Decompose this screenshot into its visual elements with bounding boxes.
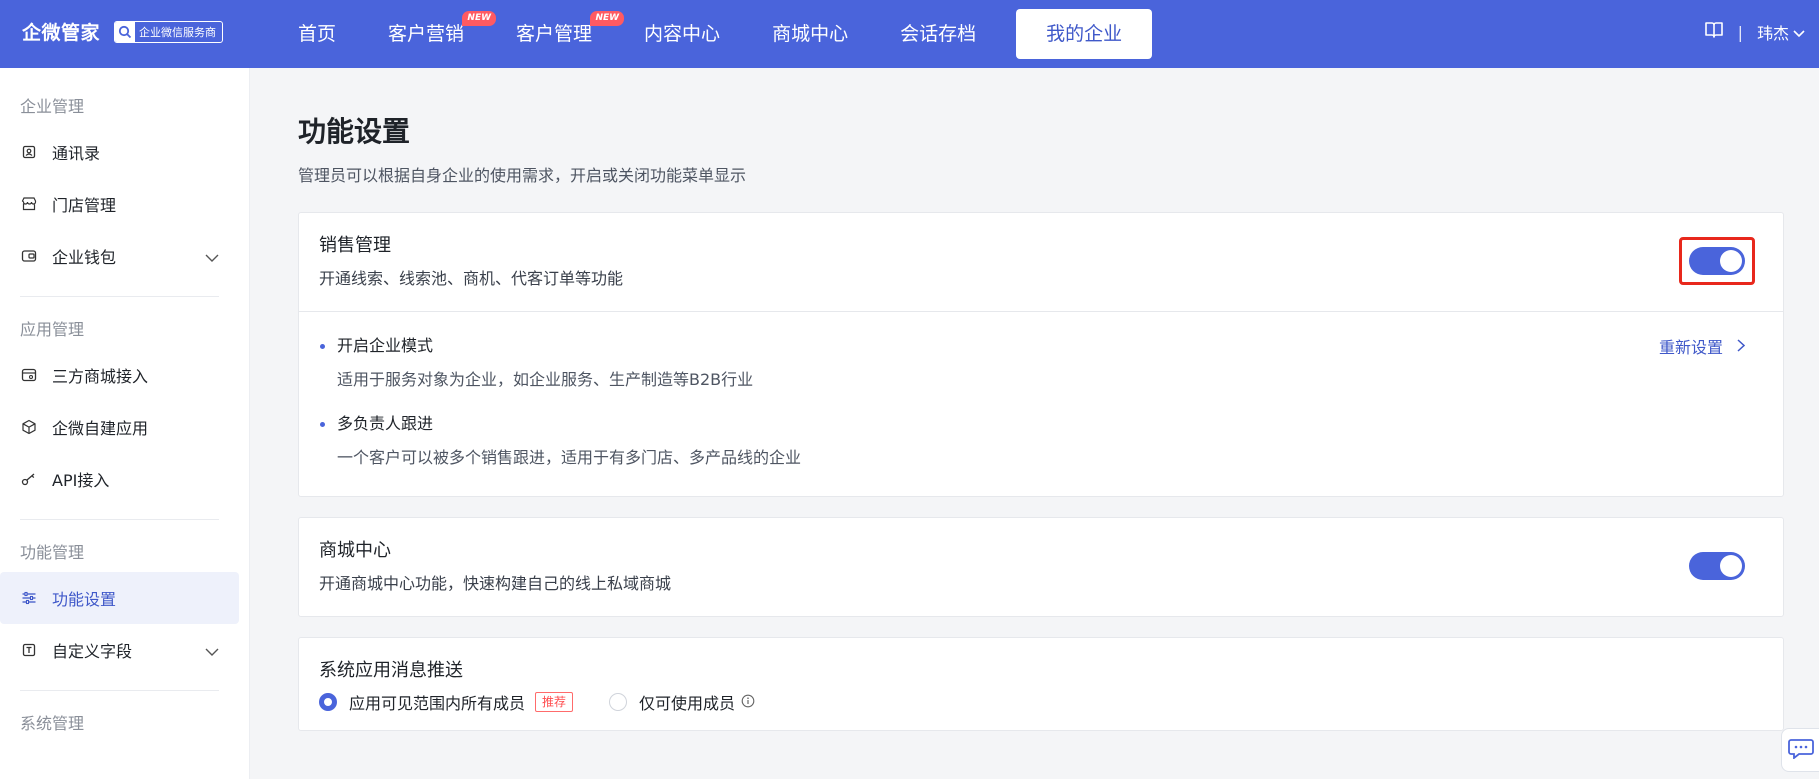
nav-item-home[interactable]: 首页 (272, 9, 362, 59)
card-header: 销售管理 开通线索、线索池、商机、代客订单等功能 (299, 213, 1783, 311)
page-description: 管理员可以根据自身企业的使用需求，开启或关闭功能菜单显示 (298, 166, 747, 185)
nav-item-session-archive[interactable]: 会话存档 (874, 9, 1002, 59)
sidebar-item-wallet[interactable]: 企业钱包 (0, 230, 249, 282)
card-header: 系统应用消息推送 应用可见范围内所有成员 推荐 仅可使用成员 (299, 638, 1783, 730)
sidebar: 企业管理 通讯录 门店管理 企业钱包 应用管理 三方商城接入 企微自建应用 AP… (0, 68, 250, 779)
nav-item-customer-marketing[interactable]: 客户营销 NEW (362, 9, 497, 59)
brand[interactable]: 企微管家 企业微信服务商 (22, 18, 224, 45)
book-icon[interactable] (1704, 21, 1724, 43)
chevron-down-icon[interactable] (205, 642, 219, 661)
chat-support-button[interactable] (1781, 728, 1819, 772)
nav-label: 首页 (298, 23, 337, 45)
sidebar-item-custom-app[interactable]: 企微自建应用 (0, 401, 249, 453)
search-chat-icon (115, 21, 136, 42)
option-desc: 适用于服务对象为企业，如企业服务、生产制造等B2B行业 (337, 370, 754, 389)
sidebar-item-label: 企业钱包 (52, 248, 117, 267)
chevron-down-icon[interactable] (205, 248, 219, 267)
user-menu[interactable]: 玮杰 (1757, 20, 1805, 44)
sidebar-item-label: 三方商城接入 (52, 367, 149, 386)
nav-item-mall-center[interactable]: 商城中心 (746, 9, 874, 59)
nav-label: 我的企业 (1046, 23, 1123, 45)
wallet-icon (20, 247, 38, 265)
card-title: 销售管理 (319, 235, 391, 256)
brand-badge: 企业微信服务商 (114, 20, 224, 43)
radio-label: 应用可见范围内所有成员 (349, 694, 526, 713)
contacts-icon (20, 143, 38, 161)
store-icon (20, 195, 38, 213)
recommend-tag: 推荐 (535, 692, 574, 712)
sidebar-group-title: 企业管理 (20, 97, 85, 116)
push-radio-group: 应用可见范围内所有成员 推荐 仅可使用成员 (319, 690, 1763, 714)
card-body: 重新设置 开启企业模式 适用于服务对象为企业，如企业服务、生产制造等B2B行业 … (299, 311, 1783, 496)
sidebar-item-label: API接入 (52, 471, 110, 490)
sidebar-item-label: 门店管理 (52, 196, 117, 215)
mall-toggle[interactable] (1689, 552, 1745, 580)
option-title: 多负责人跟进 (319, 412, 1763, 436)
sidebar-item-custom-fields[interactable]: 自定义字段 (0, 624, 249, 676)
sales-management-card: 销售管理 开通线索、线索池、商机、代客订单等功能 重新设置 开启企业模式 适用于… (298, 212, 1784, 497)
sidebar-item-third-party-mall[interactable]: 三方商城接入 (0, 349, 249, 401)
card-title: 商城中心 (319, 540, 391, 561)
option-enterprise-mode: 开启企业模式 适用于服务对象为企业，如企业服务、生产制造等B2B行业 (319, 334, 1763, 392)
nav-label: 客户营销 (388, 23, 465, 45)
top-navigation-bar: 企微管家 企业微信服务商 首页 客户营销 NEW 客户管理 NEW 内容中心 商城中… (0, 0, 1819, 68)
sidebar-item-label: 通讯录 (52, 144, 101, 163)
toggle-knob (1720, 250, 1742, 272)
sidebar-item-label: 自定义字段 (52, 642, 133, 661)
nav-item-my-enterprise[interactable]: 我的企业 (1016, 9, 1153, 59)
main-nav: 首页 客户营销 NEW 客户管理 NEW 内容中心 商城中心 会话存档 我的企业 (272, 9, 1153, 59)
system-push-card: 系统应用消息推送 应用可见范围内所有成员 推荐 仅可使用成员 (298, 637, 1784, 731)
nav-label: 商城中心 (772, 23, 849, 45)
brand-name: 企微管家 (22, 22, 101, 44)
radio-label: 仅可使用成员 (639, 694, 736, 713)
mall-center-card: 商城中心 开通商城中心功能，快速构建自己的线上私域商城 (298, 517, 1784, 617)
nav-item-customer-management[interactable]: 客户管理 NEW (490, 9, 625, 59)
header-separator: | (1737, 22, 1743, 42)
mall-link-icon (20, 366, 38, 384)
nav-label: 会话存档 (900, 23, 977, 45)
radio-usable-members[interactable] (609, 693, 628, 711)
sidebar-item-feature-settings[interactable]: 功能设置 (0, 572, 239, 624)
brand-badge-text: 企业微信服务商 (139, 25, 217, 39)
sidebar-item-label: 企微自建应用 (52, 419, 149, 438)
cube-icon (20, 418, 38, 436)
sidebar-group-title: 系统管理 (20, 714, 85, 733)
card-header: 商城中心 开通商城中心功能，快速构建自己的线上私域商城 (299, 518, 1783, 616)
radio-all-members[interactable] (319, 693, 337, 711)
card-subtitle: 开通线索、线索池、商机、代客订单等功能 (319, 269, 624, 288)
sidebar-item-label: 功能设置 (52, 590, 117, 609)
sidebar-item-api[interactable]: API接入 (0, 453, 249, 505)
sales-toggle[interactable] (1689, 247, 1745, 275)
toggle-knob (1720, 555, 1742, 577)
sliders-icon (20, 589, 38, 607)
sidebar-group-title: 应用管理 (20, 320, 85, 339)
card-subtitle: 开通商城中心功能，快速构建自己的线上私域商城 (319, 574, 672, 593)
sidebar-divider (20, 519, 219, 520)
info-icon[interactable] (741, 693, 755, 712)
nav-label: 客户管理 (516, 23, 593, 45)
sidebar-item-stores[interactable]: 门店管理 (0, 178, 249, 230)
sidebar-divider (20, 296, 219, 297)
nav-label: 内容中心 (644, 23, 721, 45)
page-title: 功能设置 (298, 115, 411, 148)
chevron-down-icon (1793, 23, 1805, 42)
header-right: | 玮杰 (1704, 20, 1805, 44)
sidebar-item-contacts[interactable]: 通讯录 (0, 126, 249, 178)
sidebar-divider (20, 690, 219, 691)
main-content: 功能设置 管理员可以根据自身企业的使用需求，开启或关闭功能菜单显示 销售管理 开… (298, 68, 1784, 731)
option-title: 开启企业模式 (319, 334, 1763, 358)
text-field-icon (20, 641, 38, 659)
option-desc: 一个客户可以被多个销售跟进，适用于有多门店、多产品线的企业 (337, 448, 802, 467)
user-name: 玮杰 (1756, 24, 1789, 43)
chat-bubble-icon (1788, 737, 1814, 763)
option-multi-owner: 多负责人跟进 一个客户可以被多个销售跟进，适用于有多门店、多产品线的企业 (319, 412, 1763, 470)
key-icon (20, 470, 38, 488)
sidebar-group-title: 功能管理 (20, 543, 85, 562)
nav-item-content-center[interactable]: 内容中心 (618, 9, 746, 59)
card-title: 系统应用消息推送 (319, 660, 463, 681)
